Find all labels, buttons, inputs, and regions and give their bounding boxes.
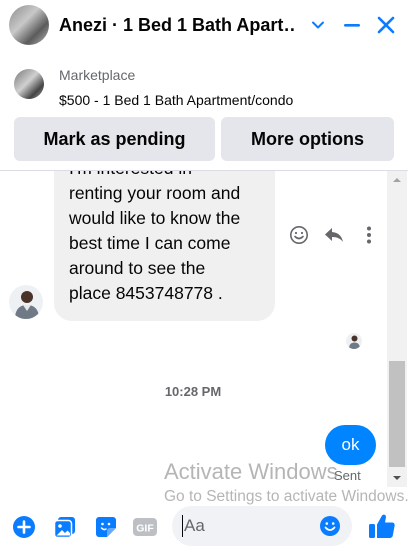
- message-input[interactable]: [184, 515, 314, 537]
- message-line: would like to know the: [69, 208, 241, 228]
- outgoing-message-bubble[interactable]: ok: [325, 425, 376, 465]
- minimize-chat-button[interactable]: [337, 10, 367, 40]
- attach-photo-button[interactable]: [52, 514, 78, 540]
- listing-title: $500 - 1 Bed 1 Bath Apartment/condo: [59, 92, 294, 108]
- reply-icon: [325, 228, 343, 242]
- message-line: I'm interested in: [69, 171, 263, 181]
- marketplace-listing[interactable]: Marketplace $500 - 1 Bed 1 Bath Apartmen…: [0, 54, 408, 114]
- scroll-up-arrow-icon[interactable]: [387, 173, 407, 187]
- emoji-button[interactable]: [318, 514, 342, 538]
- svg-text:GIF: GIF: [136, 523, 154, 535]
- message-line: best time I can come: [69, 233, 231, 253]
- gif-icon: GIF: [133, 518, 157, 536]
- message-line: place 8453748778 .: [69, 283, 223, 303]
- sticker-icon: [96, 517, 116, 537]
- close-chat-button[interactable]: [371, 10, 401, 40]
- person-photo-icon: [349, 335, 360, 349]
- more-options-button[interactable]: More options: [221, 117, 394, 161]
- message-thread[interactable]: I'm interested in renting your room and …: [0, 171, 408, 500]
- scrollbar-thumb[interactable]: [389, 361, 405, 467]
- message-input-container[interactable]: [172, 506, 352, 546]
- react-button[interactable]: [287, 223, 311, 247]
- chat-scrollbar[interactable]: [387, 171, 407, 487]
- plus-circle-icon: [13, 516, 35, 538]
- message-timestamp: 10:28 PM: [164, 384, 222, 399]
- marketplace-label: Marketplace: [59, 67, 136, 83]
- send-like-button[interactable]: [368, 511, 396, 541]
- incoming-message-bubble[interactable]: I'm interested in renting your room and …: [54, 171, 275, 321]
- message-line: renting your room and: [69, 183, 241, 203]
- mark-as-pending-button[interactable]: Mark as pending: [14, 117, 215, 161]
- minus-icon: [344, 24, 360, 27]
- photo-icon: [53, 517, 75, 539]
- more-actions-button[interactable]: [11, 514, 37, 540]
- sender-avatar[interactable]: [9, 285, 43, 319]
- person-photo-icon: [15, 291, 39, 319]
- message-status: Sent: [334, 468, 361, 483]
- reply-button[interactable]: [322, 223, 346, 247]
- conversation-title[interactable]: Anezi · 1 Bed 1 Bath Apart…: [59, 15, 295, 36]
- smiley-icon: [290, 226, 308, 244]
- gif-button[interactable]: GIF: [132, 514, 158, 540]
- listing-thumbnail: [14, 69, 44, 99]
- close-icon: [377, 16, 395, 34]
- thumbs-up-icon: [369, 514, 395, 538]
- message-line: around to see the: [69, 258, 206, 278]
- contact-avatar[interactable]: [9, 5, 49, 45]
- scroll-down-arrow-icon[interactable]: [387, 471, 407, 485]
- emoji-icon: [320, 516, 340, 536]
- more-vertical-icon: [367, 226, 371, 244]
- chevron-down-icon: [312, 21, 324, 29]
- message-more-button[interactable]: [357, 223, 381, 247]
- sticker-button[interactable]: [93, 514, 119, 540]
- text-caret: [182, 515, 183, 537]
- conversation-options-button[interactable]: [303, 10, 333, 40]
- seen-indicator-avatar: [346, 333, 362, 349]
